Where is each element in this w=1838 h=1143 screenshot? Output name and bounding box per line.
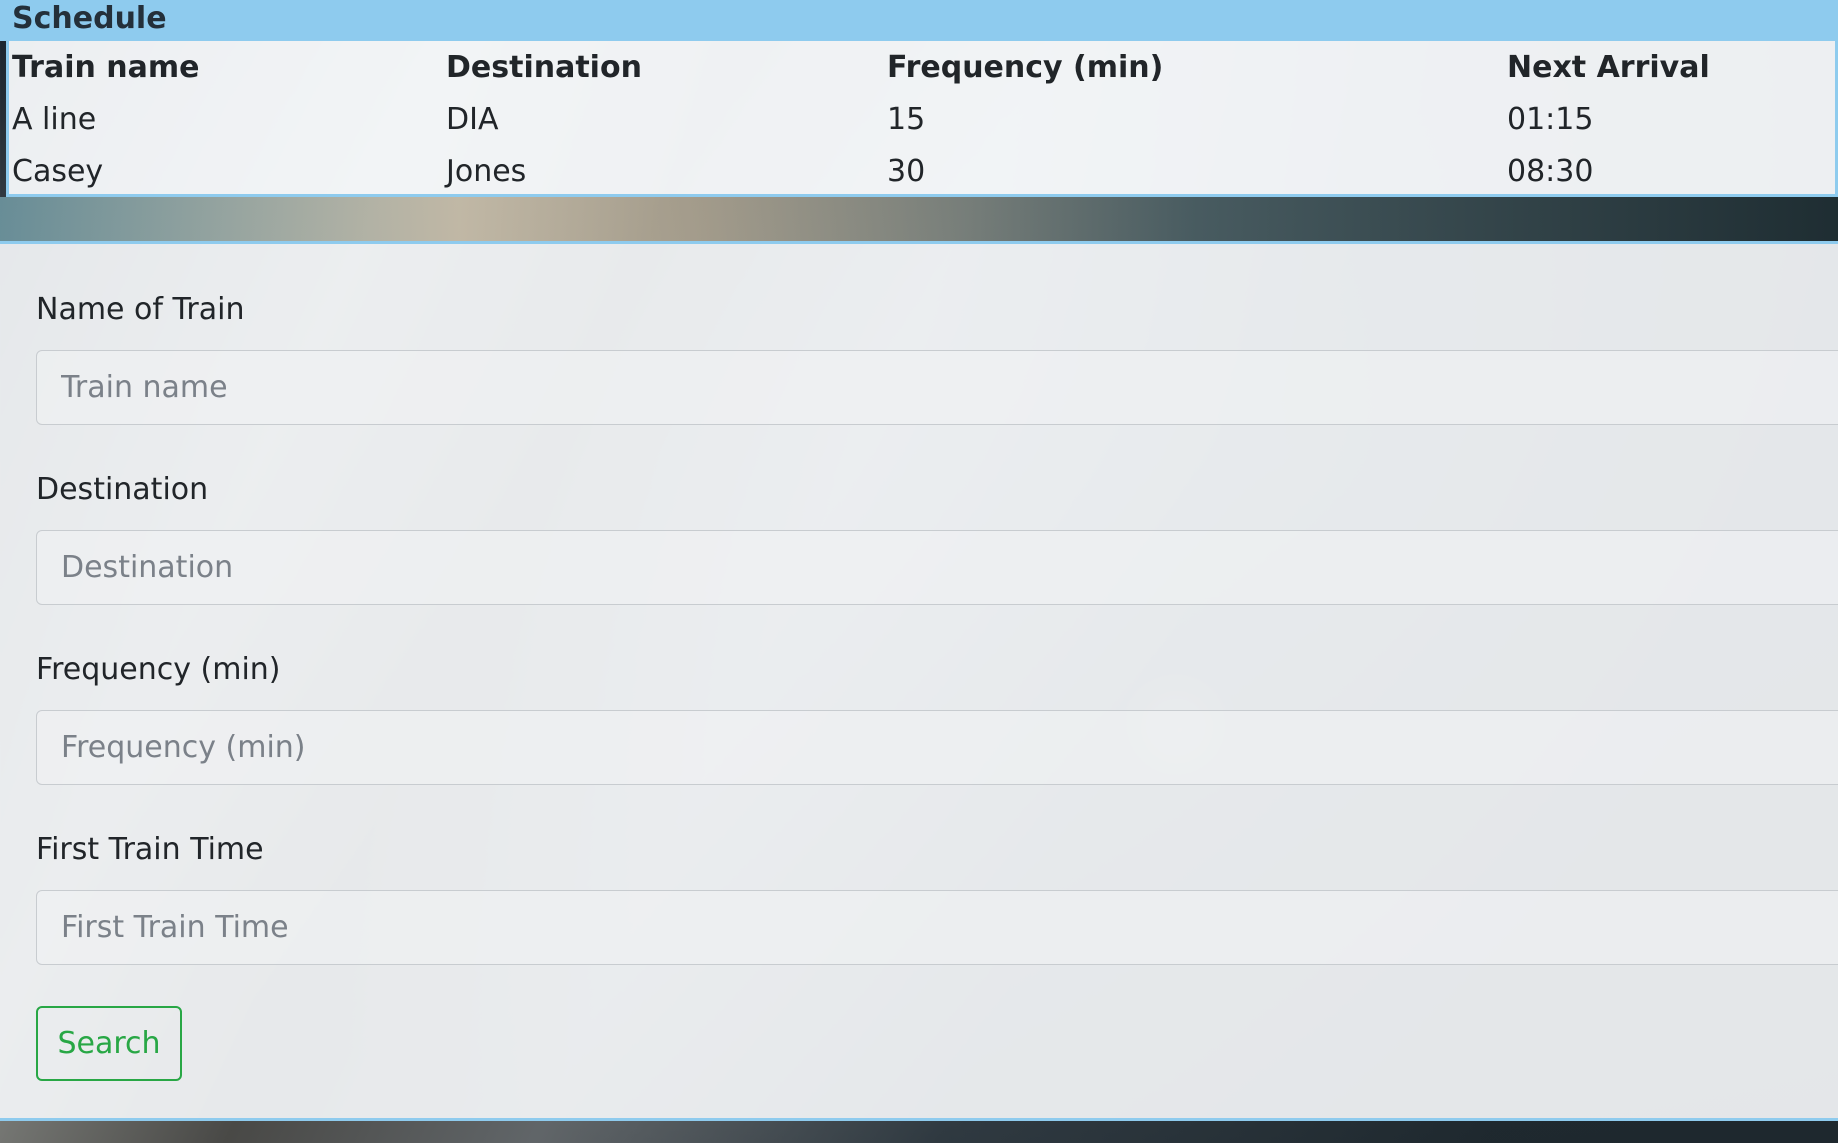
column-header-next-arrival: Next Arrival	[1507, 49, 1710, 85]
cell-frequency: 15	[887, 101, 926, 137]
cell-next-arrival: 08:30	[1507, 153, 1594, 189]
search-button[interactable]: Search	[36, 1006, 182, 1081]
table-row: A line DIA 15 01:15	[6, 93, 1838, 145]
column-header-train-name: Train name	[12, 49, 200, 85]
table-row: Casey Jones 30 08:30	[6, 145, 1838, 197]
train-name-label: Name of Train	[36, 292, 245, 327]
frequency-input[interactable]	[36, 710, 1838, 785]
train-name-input[interactable]	[36, 350, 1838, 425]
background-strip	[0, 197, 1838, 241]
cell-destination: Jones	[446, 153, 527, 189]
schedule-header: Schedule	[0, 0, 1838, 41]
schedule-table: Train name Destination Frequency (min) N…	[6, 41, 1838, 197]
first-train-time-input[interactable]	[36, 890, 1838, 965]
destination-input[interactable]	[36, 530, 1838, 605]
cell-train-name: A line	[12, 101, 97, 137]
destination-label: Destination	[36, 472, 209, 507]
column-header-destination: Destination	[446, 49, 642, 85]
table-header-row: Train name Destination Frequency (min) N…	[6, 41, 1838, 93]
frequency-label: Frequency (min)	[36, 652, 281, 687]
cell-train-name: Casey	[12, 153, 104, 189]
schedule-title: Schedule	[12, 1, 167, 36]
cell-frequency: 30	[887, 153, 926, 189]
column-header-frequency: Frequency (min)	[887, 49, 1164, 85]
cell-destination: DIA	[446, 101, 499, 137]
first-train-time-label: First Train Time	[36, 832, 264, 867]
cell-next-arrival: 01:15	[1507, 101, 1594, 137]
schedule-panel: Schedule Train name Destination Frequenc…	[0, 0, 1838, 206]
